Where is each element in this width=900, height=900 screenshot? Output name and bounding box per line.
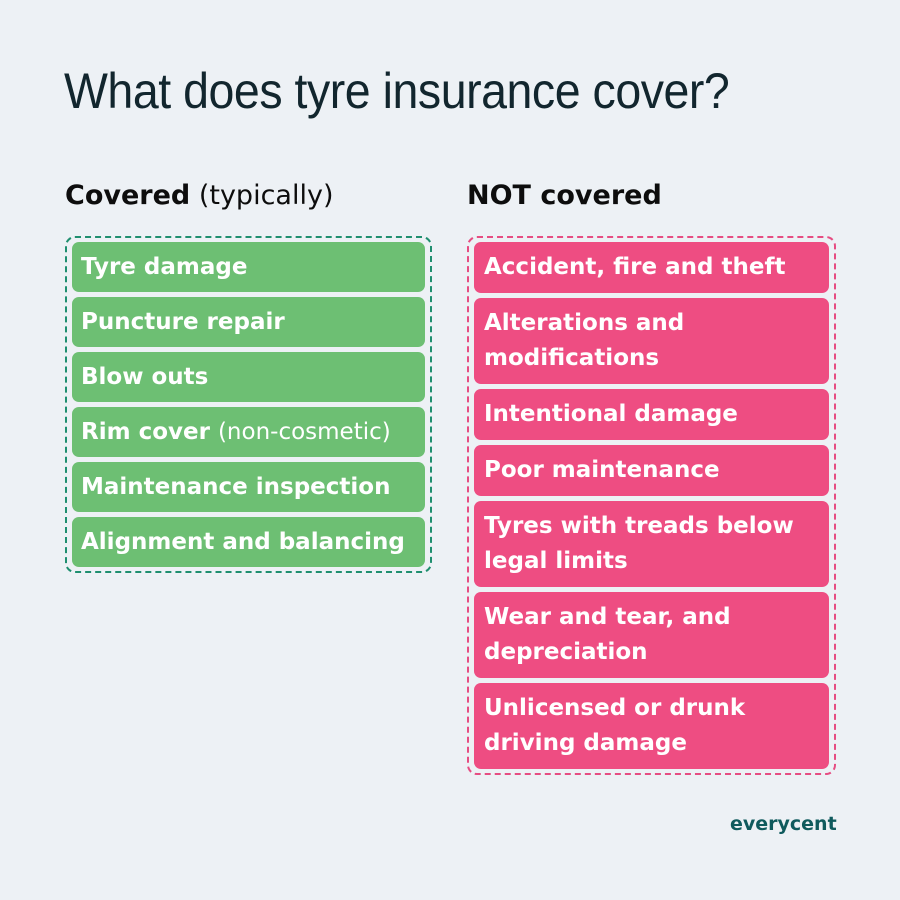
item-line: driving damage — [484, 730, 687, 756]
not-covered-item: Alterations and modifications — [474, 298, 829, 384]
item-line: legal limits — [484, 548, 628, 574]
item-line: Alterations and — [484, 310, 685, 336]
covered-item: Maintenance inspection — [72, 462, 425, 512]
item-line: Unlicensed or drunk — [484, 695, 746, 721]
not-covered-list: Accident, fire and theft Alterations and… — [467, 236, 836, 775]
not-covered-item: Tyres with treads below legal limits — [474, 501, 829, 587]
covered-heading-qualifier: (typically) — [198, 180, 334, 211]
not-covered-heading-bold: NOT covered — [467, 180, 662, 211]
covered-item: Rim cover (non-cosmetic) — [72, 407, 425, 457]
not-covered-item: Intentional damage — [474, 389, 829, 440]
item-line: Intentional damage — [484, 401, 738, 427]
item-label: Puncture repair — [81, 309, 285, 335]
item-line: Wear and tear, and — [484, 604, 731, 630]
not-covered-item: Wear and tear, and depreciation — [474, 592, 829, 678]
covered-item: Tyre damage — [72, 242, 425, 292]
item-line: Accident, fire and theft — [484, 254, 786, 280]
item-label: Maintenance inspection — [81, 474, 391, 500]
item-label: Blow outs — [81, 364, 209, 390]
item-qualifier: (non-cosmetic) — [217, 419, 391, 445]
not-covered-item: Poor maintenance — [474, 445, 829, 496]
brand-logo: everycent — [730, 813, 837, 835]
page-title: What does tyre insurance cover? — [64, 63, 730, 119]
item-label: Rim cover — [81, 419, 210, 445]
not-covered-item: Accident, fire and theft — [474, 242, 829, 293]
covered-item: Alignment and balancing — [72, 517, 425, 567]
item-line: Tyres with treads below — [484, 513, 794, 539]
not-covered-item: Unlicensed or drunk driving damage — [474, 683, 829, 769]
covered-heading-bold: Covered — [65, 180, 191, 211]
item-label: Tyre damage — [81, 254, 248, 280]
not-covered-heading: NOT covered — [467, 180, 662, 211]
covered-item: Puncture repair — [72, 297, 425, 347]
covered-item: Blow outs — [72, 352, 425, 402]
covered-list: Tyre damage Puncture repair Blow outs Ri… — [65, 236, 432, 573]
item-line: Poor maintenance — [484, 457, 720, 483]
item-line: modifications — [484, 345, 660, 371]
item-label: Alignment and balancing — [81, 529, 405, 555]
item-line: depreciation — [484, 639, 648, 665]
covered-heading: Covered (typically) — [65, 180, 333, 211]
